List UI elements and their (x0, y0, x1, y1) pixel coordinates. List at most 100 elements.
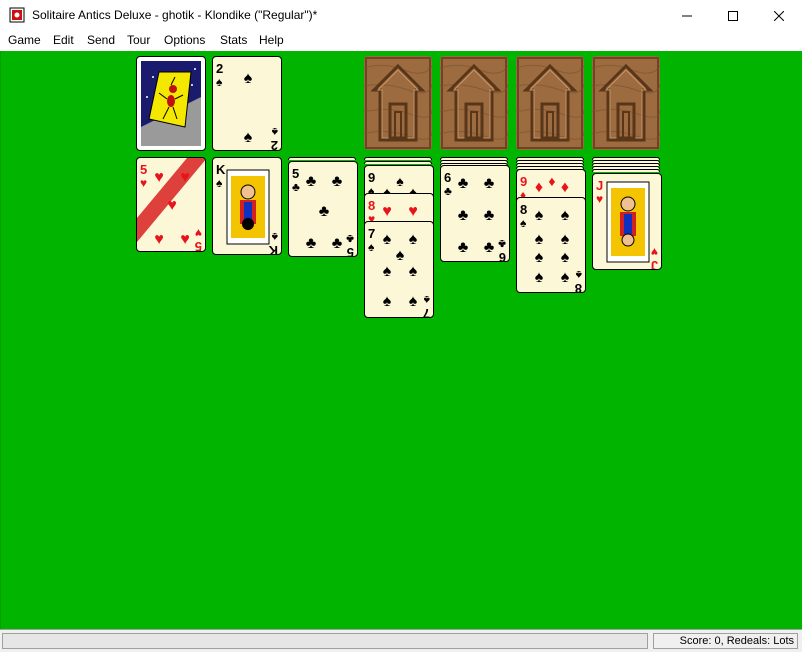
waste-rank: 2 (216, 61, 223, 76)
svg-text:♥: ♥ (408, 203, 418, 220)
tableau-3-face-down (288, 157, 356, 160)
svg-text:♥: ♥ (195, 226, 202, 240)
status-left-panel (2, 633, 648, 649)
svg-text:♠: ♠ (383, 231, 392, 248)
foundation-2[interactable] (440, 56, 508, 150)
svg-text:♣: ♣ (332, 173, 343, 190)
tableau-4-face-down (364, 161, 432, 164)
svg-text:♥: ♥ (154, 169, 164, 186)
svg-text:♣: ♣ (484, 207, 495, 224)
game-table[interactable]: 2 ♠ ♠ ♠ 2 ♠ 5 ♥ ♥ ♥ ♥ ♥ ♥ 5 ♥ K ♠ K ♠ 5 … (0, 51, 802, 629)
svg-text:♥: ♥ (180, 169, 190, 186)
svg-text:5: 5 (292, 166, 299, 181)
minimize-icon (682, 15, 692, 16)
foundation-4[interactable] (592, 56, 660, 150)
spade-icon: ♠ (216, 75, 223, 89)
spade-icon: ♠ (271, 125, 278, 139)
svg-text:♠: ♠ (423, 293, 430, 307)
menu-options[interactable]: Options (164, 33, 205, 47)
svg-text:♠: ♠ (409, 293, 418, 310)
score-status: Score: 0, Redeals: Lots (653, 633, 798, 649)
tableau-4-card-7-spades[interactable]: 7 ♠ ♠ ♠ ♠ ♠ ♠ ♠ ♠ 7 ♠ (364, 221, 434, 318)
tableau-5-card-6-clubs[interactable]: 6 ♣ ♣ ♣ ♣ ♣ ♣ ♣ 6 ♣ (440, 165, 510, 262)
svg-text:♠: ♠ (535, 249, 544, 266)
svg-text:♠: ♠ (561, 269, 570, 286)
svg-text:8: 8 (368, 198, 375, 213)
heart-icon: ♥ (140, 176, 147, 190)
svg-text:♥: ♥ (167, 197, 177, 214)
club-icon: ♣ (292, 180, 300, 194)
svg-text:K: K (216, 162, 226, 177)
svg-text:♠: ♠ (383, 263, 392, 280)
tableau-3-card-5-clubs[interactable]: 5 ♣ ♣ ♣ ♣ ♣ ♣ 5 ♣ (288, 161, 358, 257)
svg-text:♥: ♥ (651, 245, 658, 259)
app-icon (9, 7, 25, 23)
svg-text:♠: ♠ (383, 293, 392, 310)
menu-bar: Game Edit Send Tour Options Stats Help (0, 31, 802, 51)
svg-text:♠: ♠ (535, 269, 544, 286)
svg-text:♠: ♠ (561, 231, 570, 248)
ant-card-back-icon (141, 61, 201, 146)
svg-text:5: 5 (140, 162, 147, 177)
minimize-button[interactable] (664, 0, 710, 31)
menu-game[interactable]: Game (8, 33, 41, 47)
house-icon (592, 56, 660, 150)
svg-text:♠: ♠ (535, 231, 544, 248)
tableau-6-card-8-spades[interactable]: 8 ♠ ♠ ♠ ♠ ♠ ♠ ♠ ♠ ♠ 8 ♠ (516, 197, 586, 293)
svg-text:♠: ♠ (368, 240, 375, 254)
club-icon: ♣ (444, 184, 452, 198)
svg-text:♠: ♠ (561, 207, 570, 224)
svg-text:♠: ♠ (271, 230, 278, 244)
svg-text:♣: ♣ (306, 235, 317, 252)
svg-text:♥: ♥ (154, 231, 164, 248)
svg-text:♦: ♦ (548, 173, 555, 189)
svg-text:♥: ♥ (180, 231, 190, 248)
svg-text:♠: ♠ (409, 231, 418, 248)
svg-text:♠: ♠ (396, 173, 404, 189)
tableau-7-card-J-hearts[interactable]: J ♥ J ♥ (592, 173, 662, 270)
svg-text:6: 6 (444, 170, 451, 185)
foundation-1[interactable] (364, 56, 432, 150)
maximize-button[interactable] (710, 0, 756, 31)
svg-text:♣: ♣ (306, 173, 317, 190)
close-button[interactable] (756, 0, 802, 31)
svg-text:♠: ♠ (561, 249, 570, 266)
house-icon (516, 56, 584, 150)
waste-card-2-spades[interactable]: 2 ♠ ♠ ♠ 2 ♠ (212, 56, 282, 151)
menu-tour[interactable]: Tour (127, 33, 150, 47)
svg-text:♣: ♣ (332, 235, 343, 252)
spade-icon: ♠ (244, 70, 253, 87)
tableau-1-card-5-hearts[interactable]: 5 ♥ ♥ ♥ ♥ ♥ ♥ 5 ♥ (136, 157, 206, 252)
svg-text:♣: ♣ (458, 207, 469, 224)
svg-text:♠: ♠ (409, 263, 418, 280)
window-title: Solitaire Antics Deluxe - ghotik - Klond… (32, 8, 318, 22)
foundation-3[interactable] (516, 56, 584, 150)
svg-text:♠: ♠ (396, 247, 405, 264)
tableau-7-face-down (592, 169, 660, 172)
menu-help[interactable]: Help (259, 33, 284, 47)
svg-text:J: J (596, 178, 603, 193)
tableau-2-card-K-spades[interactable]: K ♠ K ♠ (212, 157, 282, 255)
svg-text:8: 8 (520, 202, 527, 217)
svg-text:♣: ♣ (458, 175, 469, 192)
title-bar: Solitaire Antics Deluxe - ghotik - Klond… (0, 0, 802, 31)
menu-send[interactable]: Send (87, 33, 115, 47)
svg-text:♦: ♦ (561, 179, 569, 196)
svg-text:♠: ♠ (575, 268, 582, 282)
svg-text:♣: ♣ (484, 175, 495, 192)
svg-text:♣: ♣ (319, 203, 330, 220)
menu-stats[interactable]: Stats (220, 33, 247, 47)
svg-text:♥: ♥ (382, 203, 392, 220)
svg-text:♣: ♣ (346, 232, 354, 246)
svg-text:7: 7 (368, 226, 375, 241)
svg-text:♦: ♦ (535, 179, 543, 196)
svg-text:9: 9 (368, 170, 375, 185)
svg-text:♣: ♣ (458, 239, 469, 256)
close-icon (774, 10, 784, 21)
house-icon (440, 56, 508, 150)
tableau-4-face-down (364, 157, 432, 160)
stock-pile[interactable] (136, 56, 206, 151)
menu-edit[interactable]: Edit (53, 33, 74, 47)
svg-text:♠: ♠ (535, 207, 544, 224)
house-icon (364, 56, 432, 150)
